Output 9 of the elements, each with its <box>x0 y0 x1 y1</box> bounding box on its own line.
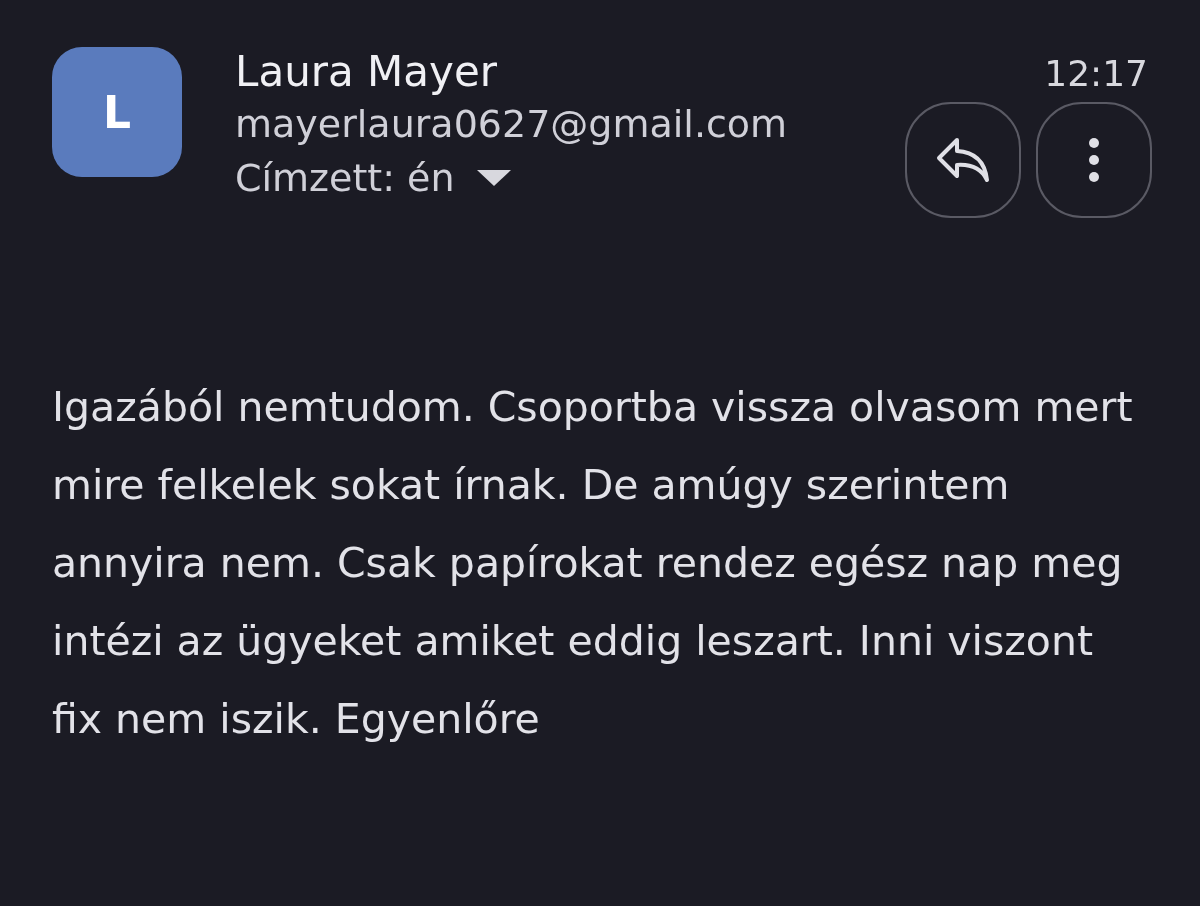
sender-name: Laura Mayer <box>235 47 498 96</box>
reply-button[interactable] <box>905 102 1021 218</box>
recipient-toggle[interactable]: Címzett: én <box>235 156 788 200</box>
message-body: Igazából nemtudom. Csoportba vissza olvasom mert mire felkelek sokat írnak. De amúgy szerintem annyira nem. Csak papírokat rendez egész nap meg intézi az ügyeket amiket eddig leszart. Inni viszont fix nem iszik. Egyenlőre <box>52 382 1134 745</box>
avatar: L <box>52 47 182 177</box>
time: 12:17 <box>1044 53 1148 94</box>
sender-email: mayerlaura0627@gmail.com <box>235 102 788 146</box>
more-icon <box>1087 137 1101 183</box>
more-button[interactable] <box>1036 102 1152 218</box>
